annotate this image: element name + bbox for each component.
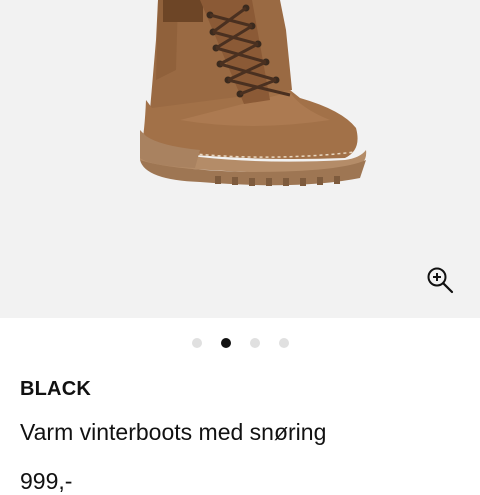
zoom-in-icon bbox=[427, 267, 454, 294]
product-brand[interactable]: BLACK bbox=[20, 378, 91, 401]
carousel-dot-1[interactable] bbox=[191, 338, 202, 348]
product-image-gallery[interactable] bbox=[0, 0, 480, 318]
carousel-dot-3[interactable] bbox=[249, 338, 260, 348]
carousel-dot-2[interactable] bbox=[220, 338, 231, 348]
product-price: 999,- bbox=[20, 468, 73, 494]
carousel-dot-4[interactable] bbox=[278, 338, 289, 348]
zoom-button[interactable] bbox=[420, 260, 460, 300]
carousel-pagination bbox=[0, 337, 480, 349]
product-title: Varm vinterboots med snøring bbox=[20, 419, 327, 445]
boot-product-image[interactable] bbox=[0, 0, 480, 318]
